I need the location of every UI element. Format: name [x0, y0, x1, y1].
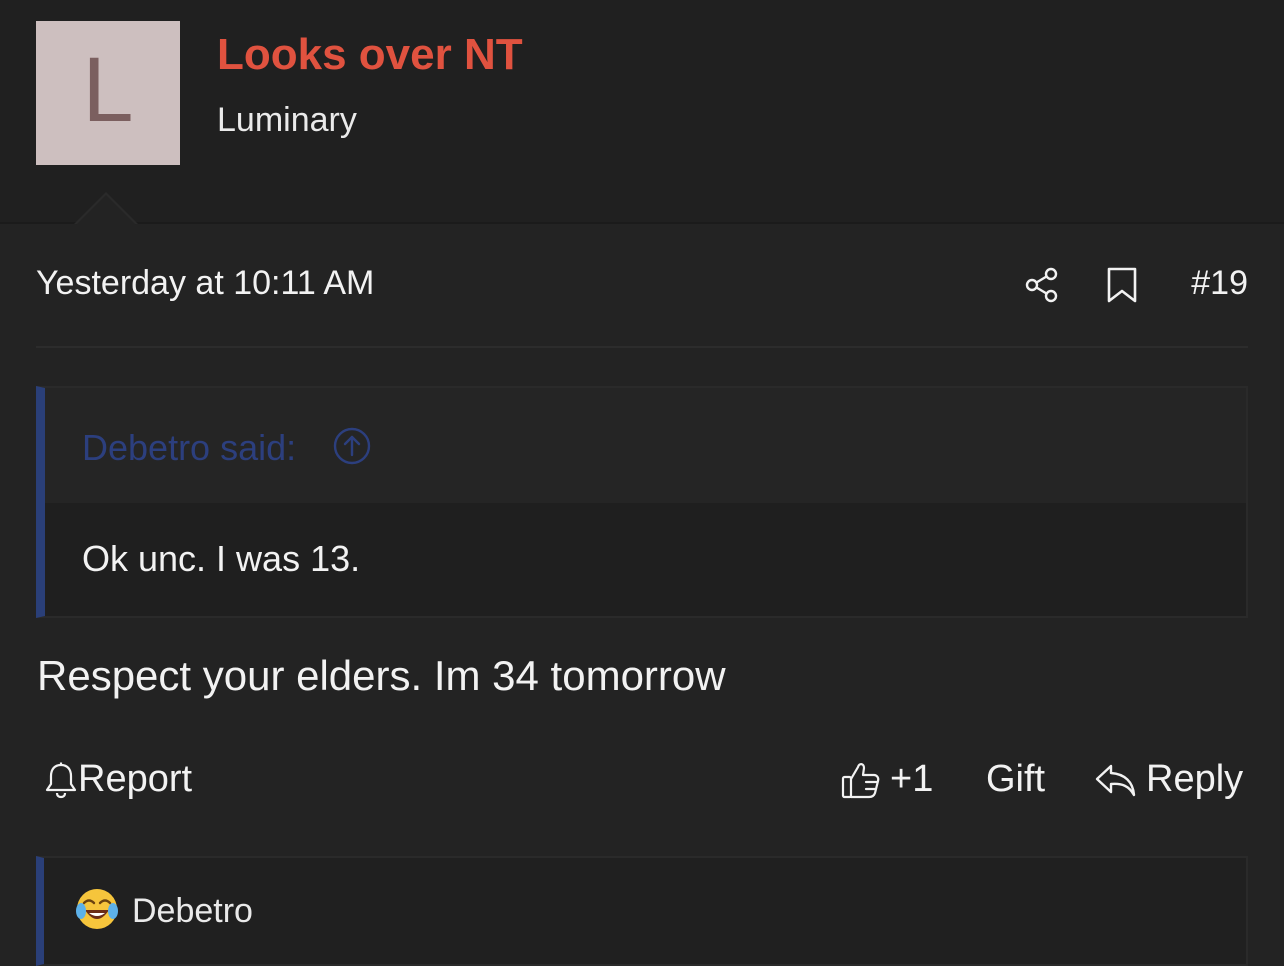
bell-icon	[45, 762, 77, 798]
post-number-link[interactable]: #19	[1191, 264, 1248, 303]
username-link[interactable]: Looks over NT	[217, 30, 523, 80]
quote-author-link[interactable]: Debetro said:	[82, 427, 296, 469]
avatar-letter: L	[82, 39, 134, 141]
thumbs-up-icon	[841, 762, 880, 798]
quote-block: Debetro said: Ok unc. I was 13.	[36, 386, 1248, 618]
gift-button[interactable]: Gift	[986, 758, 1045, 801]
post-date[interactable]: Yesterday at 10:11 AM	[36, 264, 374, 303]
reply-button[interactable]: Reply	[1094, 758, 1243, 801]
avatar[interactable]: L	[36, 21, 180, 165]
up-arrow-icon[interactable]	[332, 426, 372, 466]
reply-label: Reply	[1146, 758, 1244, 800]
gift-label: Gift	[986, 758, 1046, 800]
tears-of-joy-emoji-icon	[76, 889, 118, 929]
post-body-text: Respect your elders. Im 34 tomorrow	[37, 652, 726, 699]
like-button[interactable]: +1	[840, 758, 933, 801]
post-meta-bar: Yesterday at 10:11 AM #19	[36, 264, 1248, 308]
report-button[interactable]: Report	[44, 758, 192, 801]
reply-arrow-icon	[1095, 764, 1136, 796]
quote-header: Debetro said:	[45, 388, 1246, 503]
user-header: L Looks over NT Luminary	[0, 0, 1284, 224]
report-label: Report	[78, 758, 193, 800]
bookmark-icon[interactable]	[1106, 266, 1138, 304]
header-pointer-inner	[76, 195, 136, 225]
reaction-user[interactable]: Debetro	[132, 892, 253, 931]
like-count: +1	[890, 758, 934, 800]
quote-text: Ok unc. I was 13.	[82, 538, 361, 579]
user-title: Luminary	[217, 101, 357, 139]
share-icon[interactable]	[1024, 266, 1060, 304]
divider	[36, 346, 1248, 348]
post-actions: Report +1 Gift Reply	[36, 758, 1248, 806]
reactions-bar[interactable]: Debetro	[36, 856, 1248, 966]
